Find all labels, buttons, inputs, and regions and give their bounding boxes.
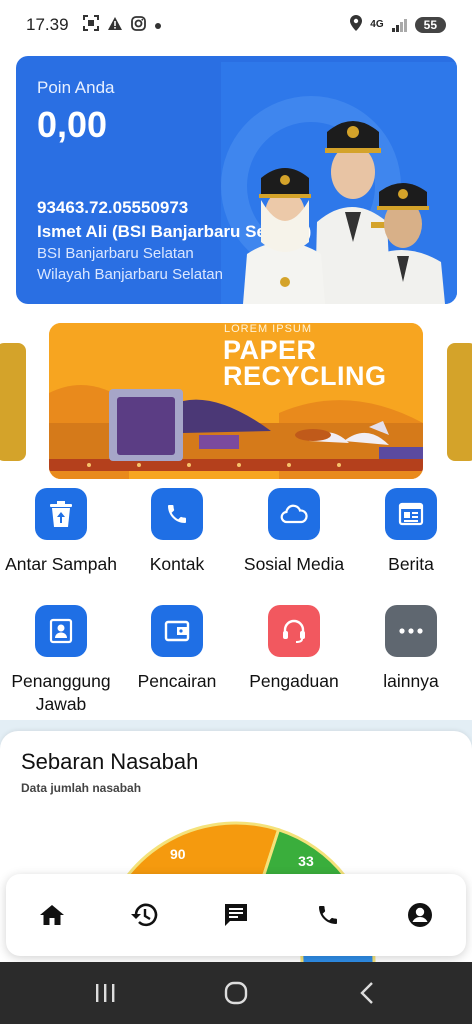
- status-time: 17.39: [26, 15, 69, 34]
- promo-banner[interactable]: LOREM IPSUM PAPER RECYCLING: [49, 323, 423, 479]
- id-badge-icon: [35, 605, 87, 657]
- menu-penanggung-jawab[interactable]: Penanggung Jawab: [2, 605, 120, 716]
- signal-icon: [391, 18, 407, 32]
- menu-lainnya[interactable]: lainnya: [352, 605, 470, 693]
- menu-label: lainnya: [383, 671, 439, 691]
- history-icon: [131, 903, 158, 927]
- banner-subtitle: LOREM IPSUM: [224, 323, 313, 335]
- location-icon: [350, 14, 363, 36]
- menu-antar-sampah[interactable]: Antar Sampah: [2, 488, 120, 576]
- recents-icon: [96, 984, 115, 1002]
- banner-title-line2: RECYCLING: [223, 361, 387, 391]
- branch-name: BSI Banjarbaru Selatan: [37, 245, 194, 262]
- nav-home[interactable]: [27, 890, 77, 940]
- phone-icon: [151, 488, 203, 540]
- battery-level: 55: [414, 17, 446, 33]
- nav-profile[interactable]: [395, 890, 445, 940]
- officials-photo: [243, 121, 445, 304]
- pie-slice-label: 33: [298, 853, 314, 869]
- pie-slice-label: 90: [170, 846, 186, 862]
- menu-label: Penanggung Jawab: [11, 671, 111, 714]
- menu-label: Antar Sampah: [5, 554, 117, 574]
- home-button[interactable]: [211, 968, 261, 1018]
- menu-label: Pengaduan: [249, 671, 339, 691]
- nav-history[interactable]: [119, 890, 169, 940]
- account-number: 93463.72.05550973: [37, 198, 189, 217]
- menu-kontak[interactable]: Kontak: [118, 488, 236, 576]
- warning-icon: [107, 16, 123, 35]
- system-navigation: [0, 962, 472, 1024]
- menu-pencairan[interactable]: Pencairan: [118, 605, 236, 693]
- home-icon: [40, 905, 64, 925]
- banner-prev-peek[interactable]: [0, 343, 26, 461]
- menu-pengaduan[interactable]: Pengaduan: [235, 605, 353, 693]
- menu-sosial-media[interactable]: Sosial Media: [235, 488, 353, 576]
- phone-icon: [319, 906, 337, 924]
- points-value: 0,00: [37, 104, 108, 145]
- region-name: Wilayah Banjarbaru Selatan: [37, 266, 223, 283]
- menu-label: Pencairan: [137, 671, 217, 691]
- back-icon: [359, 982, 373, 1004]
- message-icon: [225, 904, 247, 926]
- newspaper-icon: [385, 488, 437, 540]
- more-dots-icon: [385, 605, 437, 657]
- menu-label: Sosial Media: [243, 554, 345, 574]
- banner-next-peek[interactable]: [447, 343, 472, 461]
- points-label: Poin Anda: [37, 78, 115, 97]
- back-button[interactable]: [342, 968, 392, 1018]
- status-bar: 17.39 4G 55: [0, 0, 472, 50]
- network-type: 4G: [370, 19, 384, 30]
- banner-title-line1: PAPER: [223, 335, 317, 365]
- home-circle-icon: [224, 981, 248, 1005]
- menu-berita[interactable]: Berita: [352, 488, 470, 576]
- profile-icon: [408, 903, 432, 927]
- cloud-icon: [268, 488, 320, 540]
- bottom-navigation: [6, 874, 466, 956]
- trash-upload-icon: [35, 488, 87, 540]
- recent-apps-button[interactable]: [80, 968, 130, 1018]
- menu-label: Kontak: [149, 554, 205, 574]
- banner-title: PAPER RECYCLING: [223, 335, 387, 391]
- instagram-icon: [130, 15, 146, 35]
- nav-contact[interactable]: [303, 890, 353, 940]
- screenshot-icon: [82, 15, 99, 35]
- menu-label: Berita: [388, 554, 434, 574]
- notification-dot-icon: [154, 17, 162, 34]
- wallet-icon: [151, 605, 203, 657]
- nav-messages[interactable]: [211, 890, 261, 940]
- headset-icon: [268, 605, 320, 657]
- profile-card[interactable]: Poin Anda 0,00 93463.72.05550973 Ismet A…: [16, 56, 457, 304]
